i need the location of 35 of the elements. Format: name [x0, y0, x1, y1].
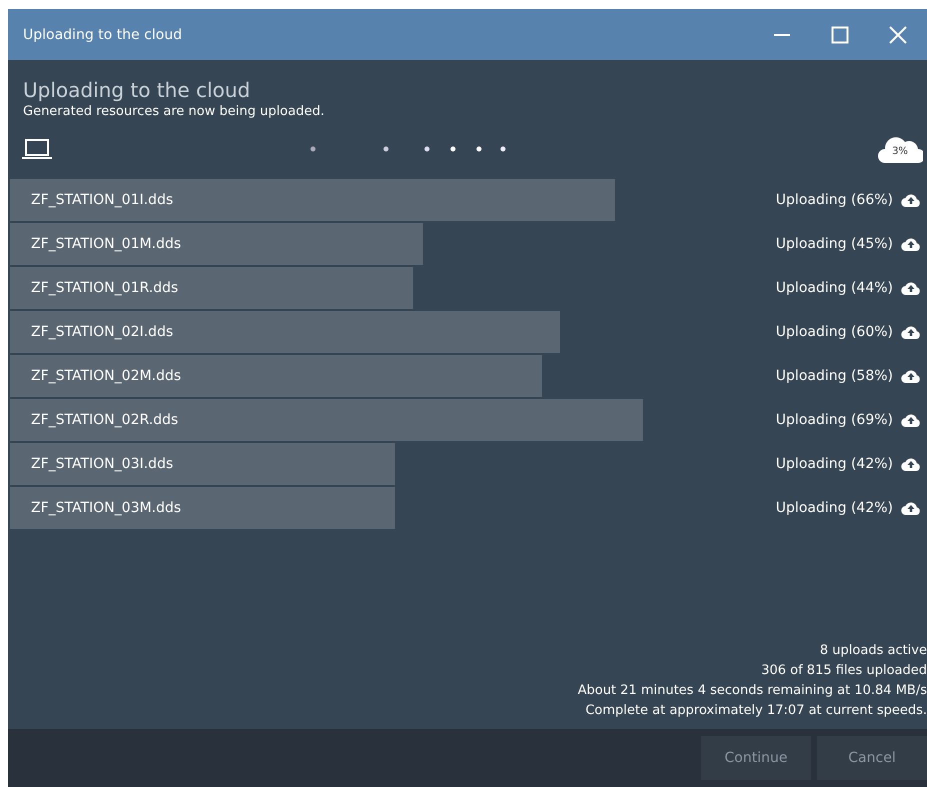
dialog-title: Uploading to the cloud: [23, 78, 252, 102]
file-name: ZF_STATION_01I.dds: [30, 192, 174, 208]
summary-line: 306 of 815 files uploaded: [761, 662, 927, 680]
upload-status: Uploading (58%): [776, 368, 893, 384]
upload-status: Uploading (44%): [776, 280, 893, 296]
upload-status: Uploading (69%): [776, 412, 893, 428]
cloud-upload-icon: [901, 412, 921, 428]
minimize-icon: [773, 34, 791, 36]
file-name: ZF_STATION_03M.dds: [30, 500, 182, 516]
window-title: Uploading to the cloud: [23, 26, 183, 42]
laptop-icon: [22, 138, 52, 160]
file-name: ZF_STATION_01R.dds: [30, 280, 180, 296]
file-name: ZF_STATION_02I.dds: [30, 324, 174, 340]
cloud-upload-icon: [901, 192, 921, 208]
upload-status: Uploading (60%): [776, 324, 893, 340]
upload-status: Uploading (45%): [776, 236, 893, 252]
cloud-upload-icon: [901, 280, 921, 296]
cloud-upload-icon: [901, 456, 921, 472]
summary-line: About 21 minutes 4 seconds remaining at 10.84 MB/s: [578, 682, 927, 700]
close-icon: [889, 26, 907, 44]
upload-status: Uploading (42%): [776, 500, 893, 516]
file-name: ZF_STATION_03I.dds: [30, 456, 174, 472]
cloud-upload-icon: [901, 324, 921, 340]
file-name: ZF_STATION_02M.dds: [30, 368, 182, 384]
upload-status: Uploading (66%): [776, 192, 893, 208]
file-name: ZF_STATION_01M.dds: [30, 236, 182, 252]
cloud-upload-icon: [901, 236, 921, 252]
cloud-upload-icon: [901, 500, 921, 516]
summary-line: 8 uploads active: [820, 642, 927, 660]
maximize-icon: [831, 26, 849, 44]
cloud-upload-icon: [901, 368, 921, 384]
file-name: ZF_STATION_02R.dds: [30, 412, 180, 428]
summary-line: Complete at approximately 17:07 at current speeds.: [585, 702, 927, 720]
upload-status: Uploading (42%): [776, 456, 893, 472]
dialog-subtitle: Generated resources are now being uploaded.: [23, 104, 326, 119]
